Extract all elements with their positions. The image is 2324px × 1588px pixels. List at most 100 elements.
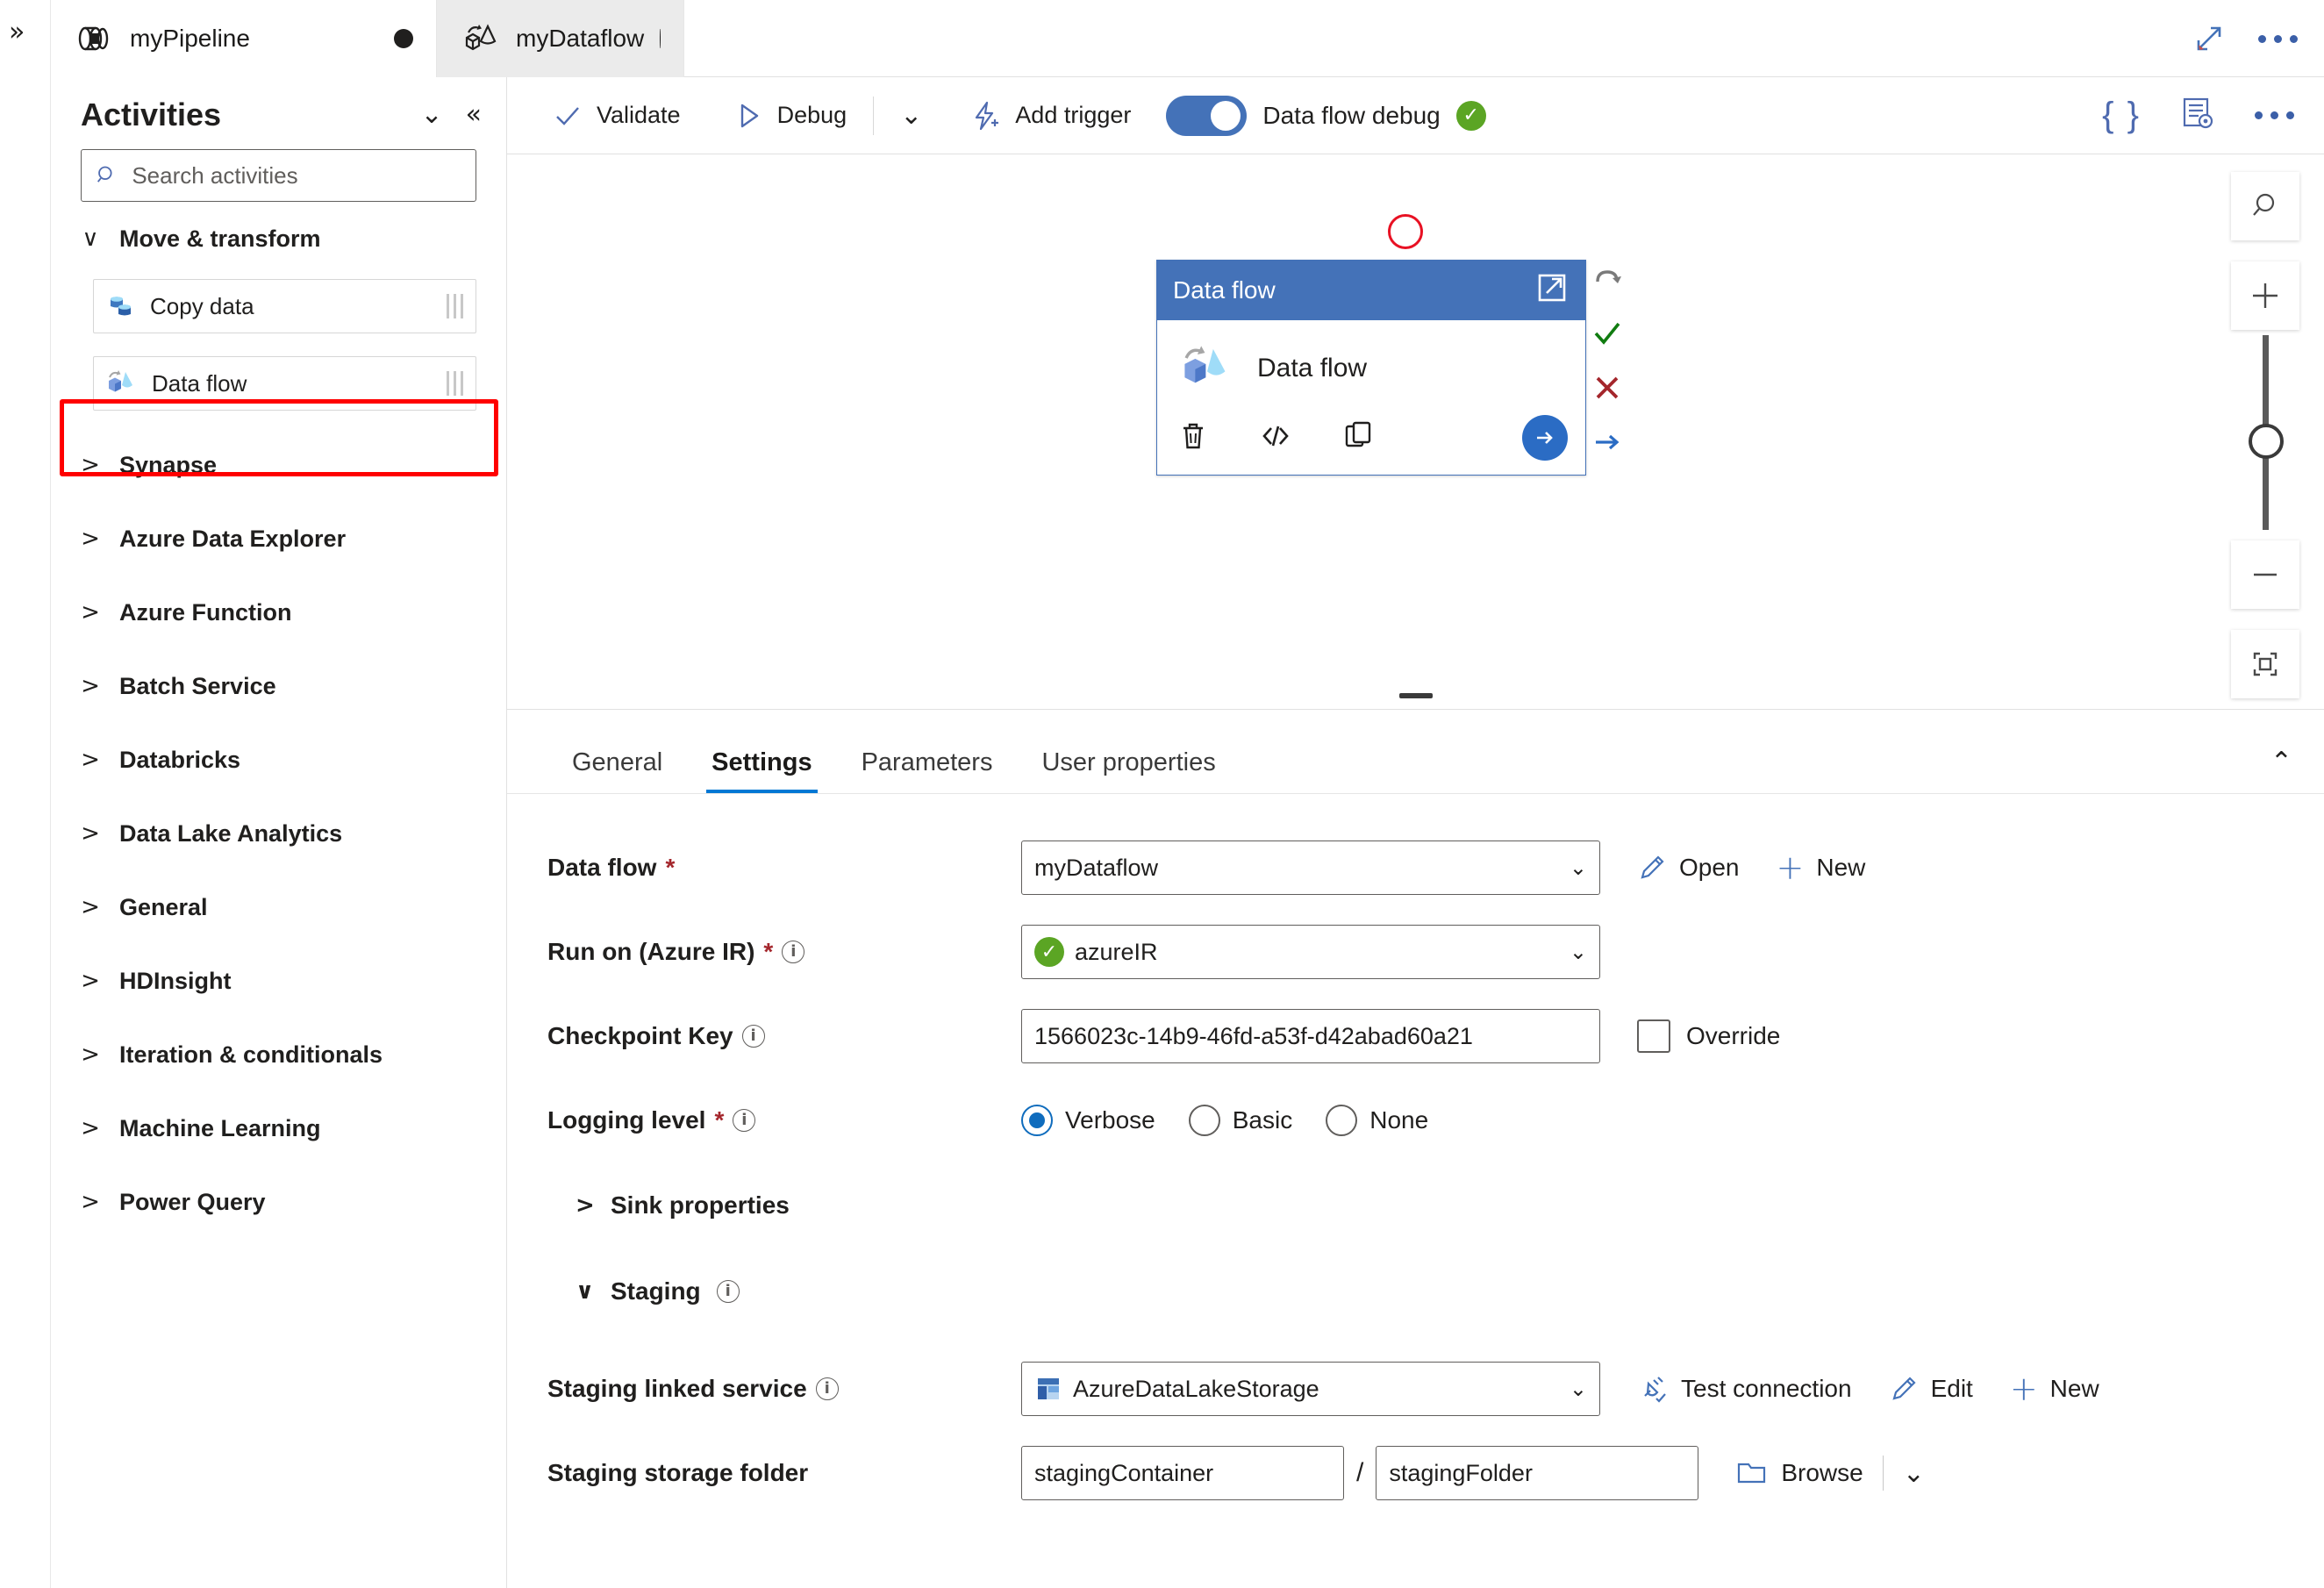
clone-icon[interactable]	[1340, 418, 1377, 459]
data-flow-debug-label: Data flow debug	[1262, 101, 1441, 129]
plus-icon: +	[2009, 1370, 2038, 1408]
fit-to-screen-icon[interactable]	[2231, 630, 2299, 698]
tab-user-properties[interactable]: User properties	[1017, 748, 1240, 793]
sidebar-group-iteration-conditionals[interactable]: > Iteration & conditionals	[51, 1018, 506, 1091]
debug-dropdown-button[interactable]: ⌄	[884, 89, 938, 143]
search-input[interactable]	[130, 161, 461, 190]
override-checkbox[interactable]	[1637, 1019, 1670, 1053]
expand-diagonal-icon[interactable]	[2192, 21, 2227, 56]
staging-container-input[interactable]: stagingContainer	[1021, 1446, 1344, 1500]
info-icon[interactable]: i	[782, 941, 805, 963]
new-label: New	[2049, 1375, 2099, 1402]
success-port-icon[interactable]	[1590, 316, 1625, 351]
sidebar-group-batch-service[interactable]: > Batch Service	[51, 649, 506, 723]
info-icon[interactable]: i	[716, 1280, 740, 1303]
chevron-right-icon: >	[81, 673, 100, 699]
validate-button[interactable]: Validate	[537, 89, 697, 143]
run-on-select[interactable]: ✓ azureIR ⌄	[1021, 925, 1600, 979]
data-flow-icon	[1184, 346, 1226, 383]
pipeline-activity-node-data-flow[interactable]: Data flow Data flow	[1156, 260, 1586, 476]
zoom-slider-thumb[interactable]	[2249, 424, 2284, 459]
sidebar-group-data-lake-analytics[interactable]: > Data Lake Analytics	[51, 797, 506, 870]
tab-settings[interactable]: Settings	[687, 748, 836, 793]
run-on-value: azureIR	[1075, 938, 1158, 965]
open-dataflow-button[interactable]: Open	[1637, 853, 1740, 883]
test-connection-button[interactable]: Test connection	[1637, 1373, 1852, 1405]
browse-button[interactable]: Browse	[1735, 1458, 1863, 1488]
failure-port-icon[interactable]	[1590, 370, 1625, 405]
data-flow-select[interactable]: myDataflow ⌄	[1021, 840, 1600, 895]
drag-grip-icon[interactable]	[447, 371, 463, 396]
sidebar-group-move-transform[interactable]: ∨ Move & transform	[51, 202, 506, 275]
check-icon	[556, 106, 579, 125]
debug-button[interactable]: Debug	[718, 89, 863, 143]
tab-mydataflow[interactable]: myDataflow	[437, 0, 684, 77]
drag-grip-icon[interactable]	[447, 294, 463, 318]
section-staging[interactable]: ∨ Staging i	[507, 1248, 2324, 1334]
radio-basic[interactable]: Basic	[1188, 1105, 1292, 1136]
node-activity-label: Data flow	[1257, 354, 1368, 383]
open-new-window-icon[interactable]	[1534, 270, 1570, 311]
code-icon[interactable]	[1257, 418, 1294, 459]
command-bar: Validate Debug ⌄ Add trigger Data flow d…	[507, 77, 2324, 154]
pipeline-canvas[interactable]: Data flow Data flow	[507, 154, 2324, 709]
radio-verbose[interactable]: Verbose	[1021, 1105, 1155, 1136]
add-trigger-button[interactable]: Add trigger	[954, 89, 1147, 143]
edit-linked-service-button[interactable]: Edit	[1889, 1374, 1973, 1404]
zoom-slider[interactable]	[2231, 335, 2299, 533]
retry-port-icon[interactable]	[1590, 261, 1625, 297]
radio-label: Verbose	[1065, 1106, 1155, 1134]
more-options-icon[interactable]	[2255, 111, 2294, 119]
sidebar-group-synapse[interactable]: > Synapse	[51, 428, 506, 502]
sidebar-group-label: General	[119, 893, 208, 920]
field-row-run-on: Run on (Azure IR) * i ✓ azureIR ⌄	[507, 910, 2324, 994]
section-sink-properties[interactable]: > Sink properties	[507, 1162, 2324, 1248]
panel-resize-handle[interactable]	[1398, 693, 1433, 698]
test-connection-label: Test connection	[1681, 1375, 1852, 1402]
radio-none[interactable]: None	[1326, 1105, 1428, 1136]
tab-mypipeline[interactable]: myPipeline	[51, 0, 437, 77]
sidebar-group-hdinsight[interactable]: > HDInsight	[51, 944, 506, 1018]
sidebar-group-power-query[interactable]: > Power Query	[51, 1165, 506, 1239]
sidebar-group-label: Databricks	[119, 746, 241, 773]
chevron-double-down-icon[interactable]: ⌄	[421, 102, 443, 128]
green-check-icon: ✓	[1455, 100, 1486, 131]
staging-folder-input[interactable]: stagingFolder	[1376, 1446, 1699, 1500]
chevron-double-left-icon[interactable]: «	[466, 102, 482, 128]
zoom-out-icon[interactable]	[2231, 540, 2299, 609]
info-icon[interactable]: i	[733, 1109, 756, 1132]
search-box[interactable]	[81, 149, 476, 202]
canvas-search-icon[interactable]	[2231, 172, 2299, 240]
chevron-right-icon: >	[81, 599, 100, 626]
field-row-data-flow: Data flow * myDataflow ⌄ Open + New	[507, 826, 2324, 910]
delete-icon[interactable]	[1175, 418, 1212, 459]
new-dataflow-button[interactable]: + New	[1777, 851, 1866, 884]
browse-dropdown-chevron-down-icon[interactable]: ⌄	[1903, 1458, 1925, 1489]
divider	[1882, 1456, 1884, 1491]
sidebar-group-databricks[interactable]: > Databricks	[51, 723, 506, 797]
new-linked-service-button[interactable]: + New	[2010, 1372, 2099, 1406]
data-flow-debug-toggle[interactable]	[1166, 95, 1248, 136]
tab-parameters[interactable]: Parameters	[837, 748, 1018, 793]
staging-linked-service-select[interactable]: AzureDataLakeStorage ⌄	[1021, 1362, 1600, 1416]
pipeline-properties-icon[interactable]	[2179, 95, 2216, 136]
zoom-in-icon[interactable]	[2231, 261, 2299, 330]
chevron-right-icon: >	[81, 1189, 100, 1215]
more-options-icon[interactable]	[2258, 34, 2298, 43]
code-braces-icon[interactable]: { }	[2102, 96, 2141, 135]
chevron-up-icon[interactable]: ⌃	[2270, 747, 2324, 793]
info-icon[interactable]: i	[815, 1377, 839, 1400]
tab-general[interactable]: General	[547, 748, 687, 793]
info-icon[interactable]: i	[741, 1025, 765, 1048]
sidebar-group-azure-data-explorer[interactable]: > Azure Data Explorer	[51, 502, 506, 576]
activity-copy-data[interactable]: Copy data	[93, 279, 476, 333]
sidebar-group-general[interactable]: > General	[51, 870, 506, 944]
completion-port-icon[interactable]	[1590, 425, 1625, 460]
sidebar-group-machine-learning[interactable]: > Machine Learning	[51, 1091, 506, 1165]
run-arrow-icon[interactable]	[1522, 415, 1568, 461]
activity-data-flow[interactable]: Data flow	[93, 356, 476, 411]
chevron-double-right-icon[interactable]: »	[9, 19, 25, 46]
sidebar-group-azure-function[interactable]: > Azure Function	[51, 576, 506, 649]
checkpoint-key-input[interactable]: 1566023c-14b9-46fd-a53f-d42abad60a21	[1021, 1009, 1600, 1063]
override-checkbox-wrap[interactable]: Override	[1637, 1019, 1780, 1053]
